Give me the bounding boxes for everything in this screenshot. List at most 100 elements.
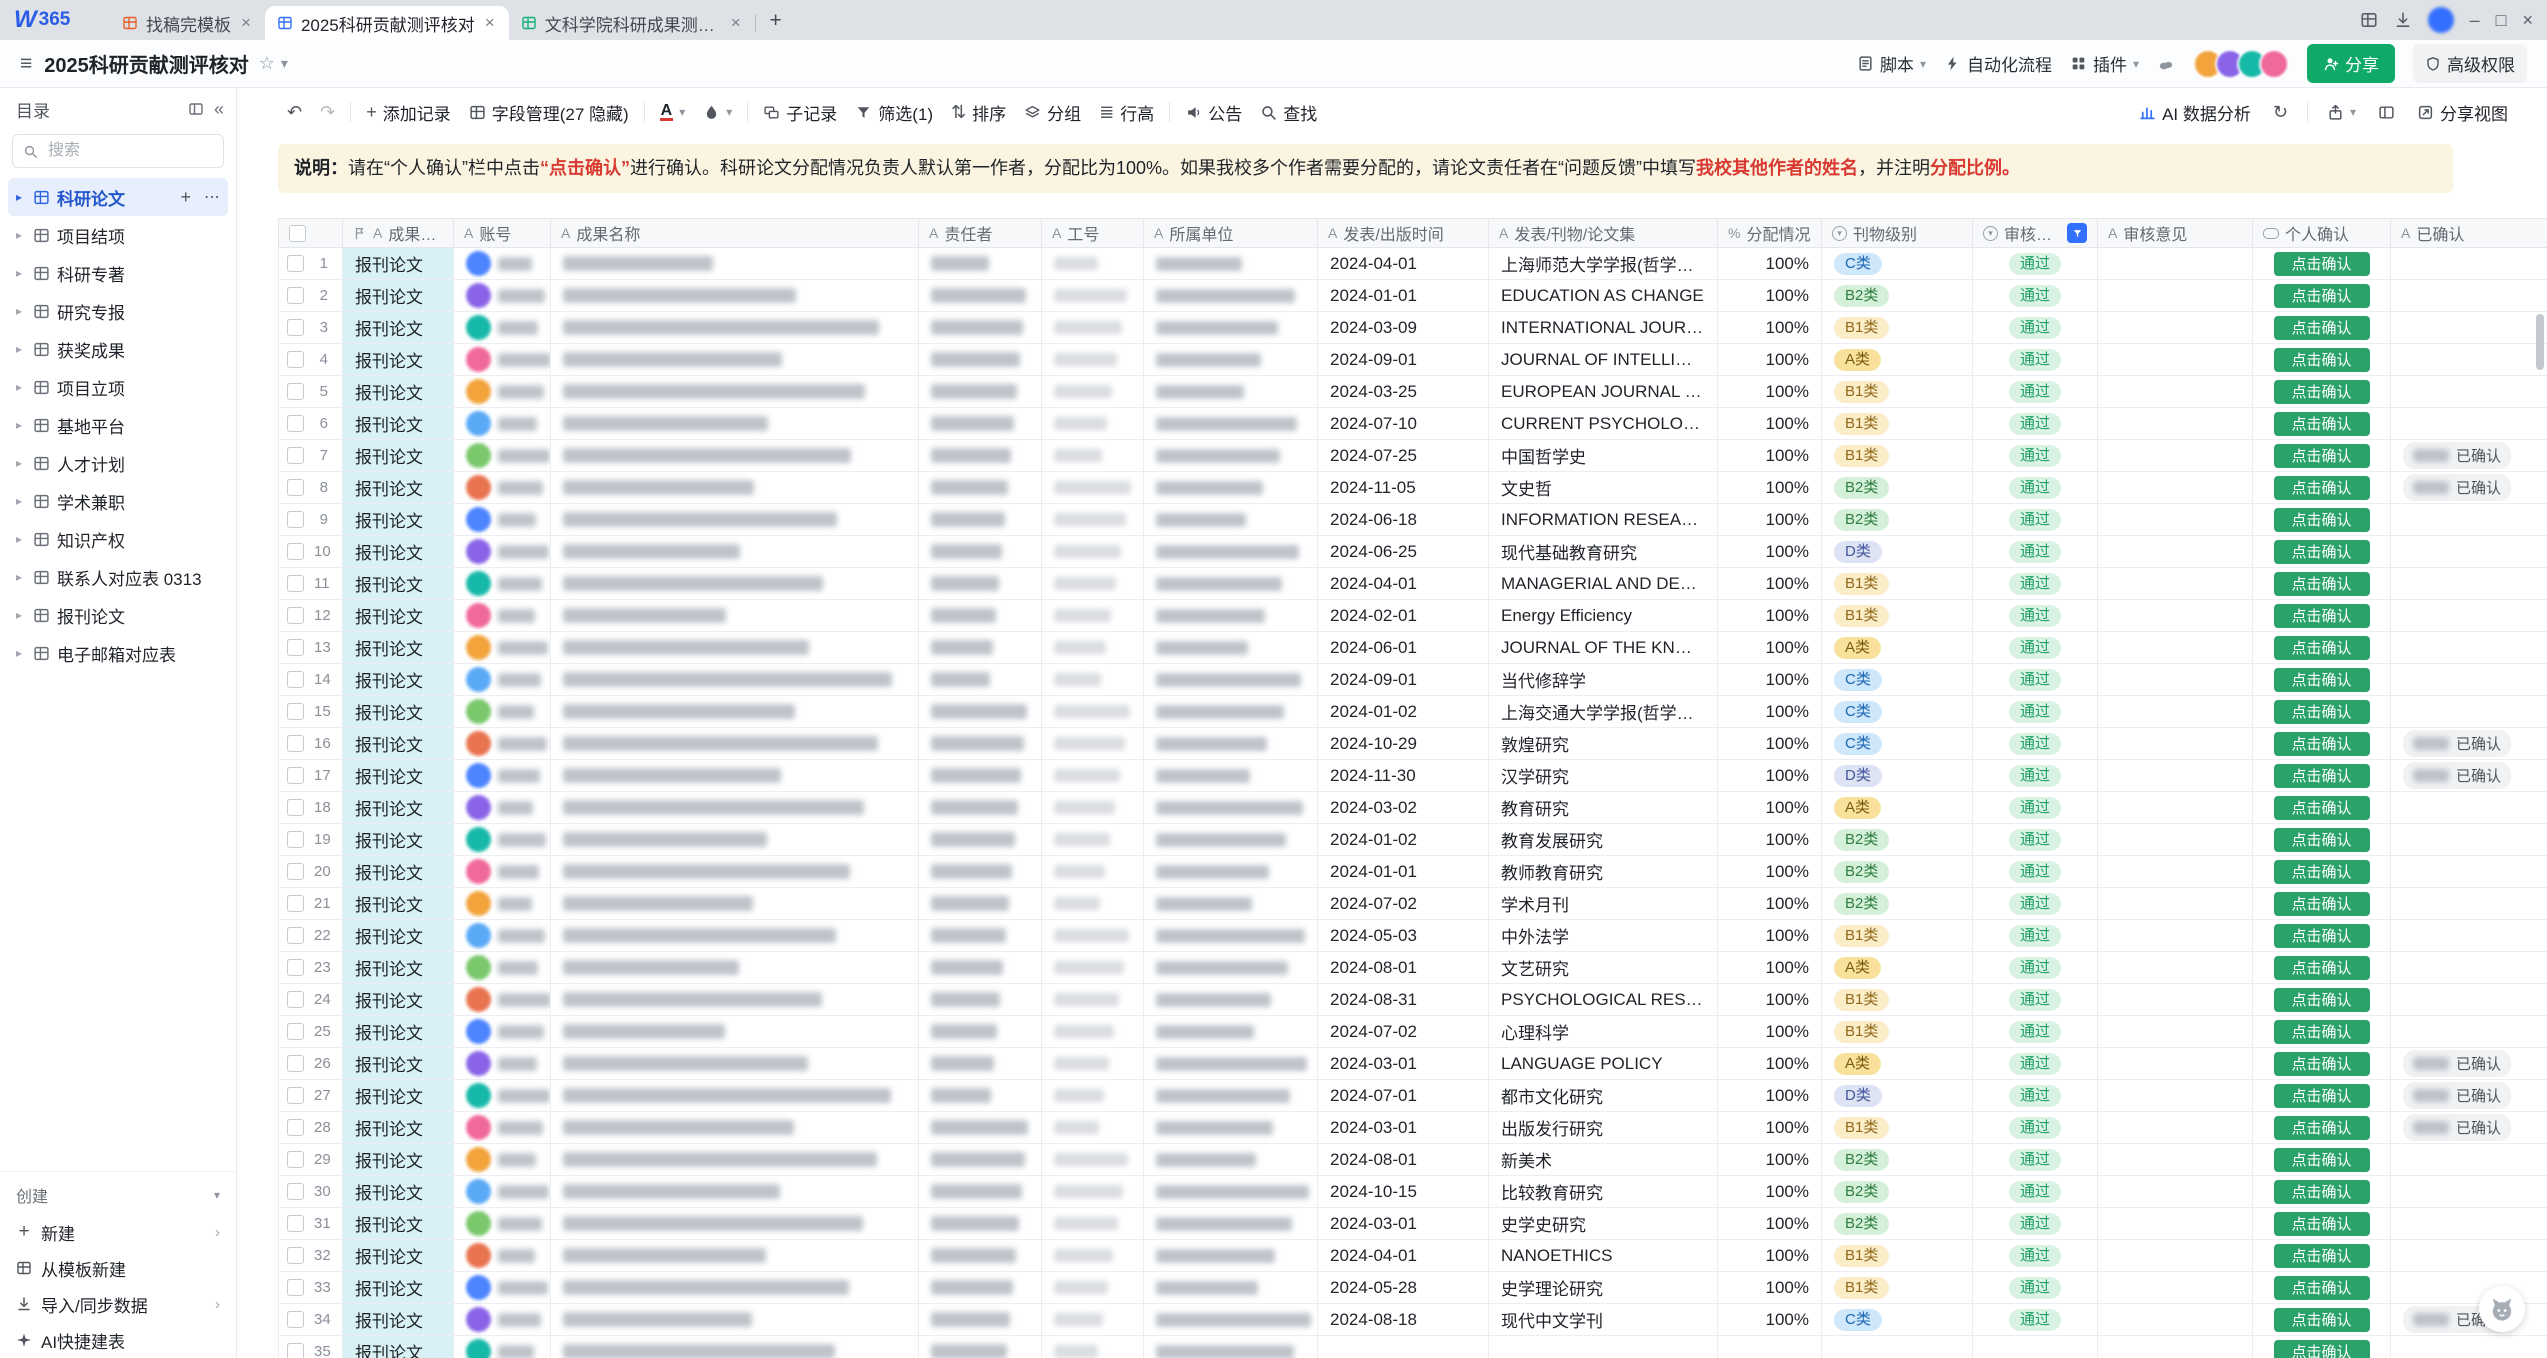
sidebar-item-10[interactable]: ▸知识产权 xyxy=(8,520,228,558)
publish-date-cell[interactable]: 2024-05-03 xyxy=(1318,920,1489,951)
owner-cell[interactable] xyxy=(919,1176,1042,1207)
confirm-button[interactable]: 点击确认 xyxy=(2274,988,2370,1012)
sidebar-item-6[interactable]: ▸项目立项 xyxy=(8,368,228,406)
row-checkbox[interactable] xyxy=(287,255,304,272)
level-cell[interactable]: B2类 xyxy=(1822,856,1973,887)
account-cell[interactable] xyxy=(454,632,551,663)
review-result-cell[interactable]: 通过 xyxy=(1973,792,2098,823)
journal-cell[interactable]: 教师教育研究 xyxy=(1489,856,1718,887)
allocation-cell[interactable]: 100% xyxy=(1718,568,1822,599)
personal-confirm-cell[interactable]: 点击确认 xyxy=(2253,376,2391,407)
unit-cell[interactable] xyxy=(1144,536,1318,567)
review-comment-cell[interactable] xyxy=(2098,1208,2253,1239)
account-cell[interactable] xyxy=(454,376,551,407)
browser-tab-2[interactable]: 2025科研贡献测评核对× xyxy=(265,6,509,40)
row-checkbox[interactable] xyxy=(287,1023,304,1040)
level-cell[interactable]: B1类 xyxy=(1822,1112,1973,1143)
owner-cell[interactable] xyxy=(919,504,1042,535)
row-checkbox[interactable] xyxy=(287,1055,304,1072)
review-result-cell[interactable]: 通过 xyxy=(1973,1048,2098,1079)
publish-date-cell[interactable]: 2024-03-09 xyxy=(1318,312,1489,343)
publish-date-cell[interactable]: 2024-03-02 xyxy=(1318,792,1489,823)
employee-id-cell[interactable] xyxy=(1042,856,1144,887)
personal-confirm-cell[interactable]: 点击确认 xyxy=(2253,1240,2391,1271)
search-input[interactable] xyxy=(46,141,213,161)
sidebar-item-1[interactable]: ▸科研论文+⋯ xyxy=(8,178,228,216)
achievement-type-cell[interactable]: 报刊论文 xyxy=(343,568,454,599)
achievement-name-cell[interactable] xyxy=(551,280,919,311)
confirmed-cell[interactable] xyxy=(2391,856,2547,887)
personal-confirm-cell[interactable]: 点击确认 xyxy=(2253,824,2391,855)
confirmed-cell[interactable] xyxy=(2391,792,2547,823)
achievement-name-cell[interactable] xyxy=(551,888,919,919)
review-comment-cell[interactable] xyxy=(2098,1112,2253,1143)
review-comment-cell[interactable] xyxy=(2098,1272,2253,1303)
create-item-3[interactable]: 导入/同步数据› xyxy=(8,1286,228,1322)
allocation-cell[interactable]: 100% xyxy=(1718,280,1822,311)
unit-cell[interactable] xyxy=(1144,984,1318,1015)
publish-date-cell[interactable]: 2024-07-01 xyxy=(1318,1080,1489,1111)
allocation-cell[interactable]: 100% xyxy=(1718,1048,1822,1079)
font-color-button[interactable]: A ▾ xyxy=(651,97,695,127)
journal-cell[interactable]: 中国哲学史 xyxy=(1489,440,1718,471)
level-cell[interactable]: A类 xyxy=(1822,632,1973,663)
owner-cell[interactable] xyxy=(919,440,1042,471)
column-header-confirm[interactable]: 个人确认 xyxy=(2253,219,2391,247)
sidebar-item-5[interactable]: ▸获奖成果 xyxy=(8,330,228,368)
row-index-cell[interactable]: 20 xyxy=(279,856,343,887)
allocation-cell[interactable]: 100% xyxy=(1718,536,1822,567)
row-index-cell[interactable]: 13 xyxy=(279,632,343,663)
tab-close-icon[interactable]: × xyxy=(239,13,253,33)
sidebar-item-4[interactable]: ▸研究专报 xyxy=(8,292,228,330)
review-comment-cell[interactable] xyxy=(2098,504,2253,535)
account-cell[interactable] xyxy=(454,568,551,599)
publish-date-cell[interactable]: 2024-08-31 xyxy=(1318,984,1489,1015)
confirmed-cell[interactable]: 已确认 xyxy=(2391,472,2547,503)
journal-cell[interactable]: 敦煌研究 xyxy=(1489,728,1718,759)
publish-date-cell[interactable]: 2024-03-25 xyxy=(1318,376,1489,407)
review-comment-cell[interactable] xyxy=(2098,1240,2253,1271)
confirm-button[interactable]: 点击确认 xyxy=(2274,636,2370,660)
review-comment-cell[interactable] xyxy=(2098,664,2253,695)
achievement-name-cell[interactable] xyxy=(551,1112,919,1143)
review-result-cell[interactable]: 通过 xyxy=(1973,952,2098,983)
row-index-cell[interactable]: 14 xyxy=(279,664,343,695)
row-checkbox[interactable] xyxy=(287,319,304,336)
employee-id-cell[interactable] xyxy=(1042,1208,1144,1239)
level-cell[interactable]: B2类 xyxy=(1822,1176,1973,1207)
allocation-cell[interactable]: 100% xyxy=(1718,600,1822,631)
review-comment-cell[interactable] xyxy=(2098,1080,2253,1111)
unit-cell[interactable] xyxy=(1144,920,1318,951)
unit-cell[interactable] xyxy=(1144,1016,1318,1047)
create-item-1[interactable]: +新建› xyxy=(8,1214,228,1250)
apps-grid-icon[interactable] xyxy=(2360,11,2378,29)
publish-date-cell[interactable]: 2024-03-01 xyxy=(1318,1208,1489,1239)
journal-cell[interactable]: 教育研究 xyxy=(1489,792,1718,823)
employee-id-cell[interactable] xyxy=(1042,1176,1144,1207)
journal-cell[interactable]: 教育发展研究 xyxy=(1489,824,1718,855)
sidebar-item-8[interactable]: ▸人才计划 xyxy=(8,444,228,482)
review-comment-cell[interactable] xyxy=(2098,408,2253,439)
achievement-type-cell[interactable]: 报刊论文 xyxy=(343,632,454,663)
account-cell[interactable] xyxy=(454,888,551,919)
column-header-select[interactable] xyxy=(279,219,343,247)
confirm-button[interactable]: 点击确认 xyxy=(2274,1212,2370,1236)
row-checkbox[interactable] xyxy=(287,511,304,528)
achievement-name-cell[interactable] xyxy=(551,1016,919,1047)
personal-confirm-cell[interactable]: 点击确认 xyxy=(2253,408,2391,439)
employee-id-cell[interactable] xyxy=(1042,920,1144,951)
allocation-cell[interactable]: 100% xyxy=(1718,1208,1822,1239)
allocation-cell[interactable]: 100% xyxy=(1718,696,1822,727)
achievement-name-cell[interactable] xyxy=(551,376,919,407)
level-cell[interactable]: C类 xyxy=(1822,1304,1973,1335)
achievement-name-cell[interactable] xyxy=(551,504,919,535)
employee-id-cell[interactable] xyxy=(1042,1272,1144,1303)
owner-cell[interactable] xyxy=(919,536,1042,567)
personal-confirm-cell[interactable]: 点击确认 xyxy=(2253,504,2391,535)
achievement-type-cell[interactable]: 报刊论文 xyxy=(343,856,454,887)
review-result-cell[interactable]: 通过 xyxy=(1973,1304,2098,1335)
review-comment-cell[interactable] xyxy=(2098,1176,2253,1207)
unit-cell[interactable] xyxy=(1144,504,1318,535)
publish-date-cell[interactable]: 2024-09-01 xyxy=(1318,664,1489,695)
employee-id-cell[interactable] xyxy=(1042,824,1144,855)
